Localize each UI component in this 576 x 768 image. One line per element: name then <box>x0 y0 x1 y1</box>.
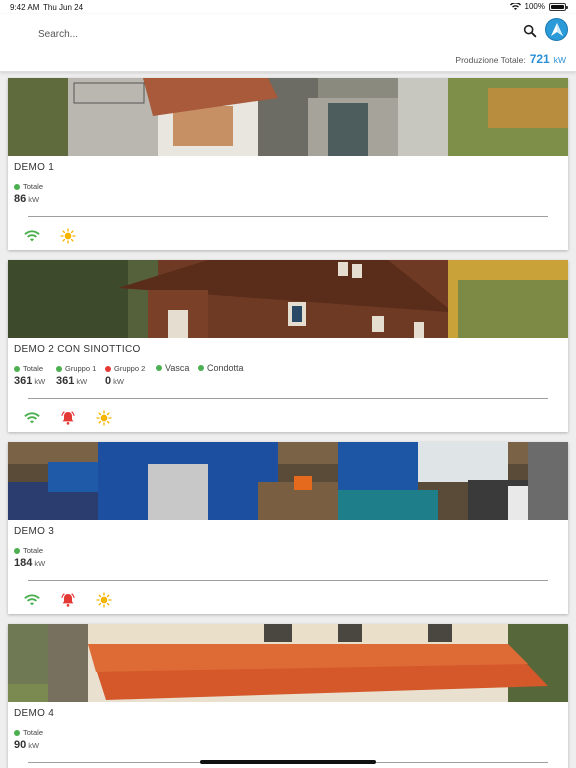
plant-card-demo-3[interactable]: DEMO 3 Totale 184 kW <box>8 442 568 614</box>
app-header: Produzione Totale: 721 kW <box>0 14 576 72</box>
status-dot-green <box>198 365 204 371</box>
plant-title: DEMO 1 <box>14 162 55 173</box>
metric-value: 361 <box>14 375 33 387</box>
metric-label: Totale <box>23 182 44 191</box>
wifi-icon[interactable] <box>24 410 40 426</box>
status-dot-green <box>56 365 62 372</box>
plant-card-demo-2[interactable]: DEMO 2 CON SINOTTICO Totale 361 kW Gruppo… <box>8 260 568 432</box>
metric-totale: Totale 86 kW <box>14 182 43 205</box>
metric-gruppo-2: Gruppo 2 0 kW <box>105 364 145 387</box>
metric-unit: kW <box>76 377 88 386</box>
status-dot-green <box>14 365 20 372</box>
plant-title: DEMO 2 CON SINOTTICO <box>14 344 141 355</box>
plant-photo <box>8 442 568 520</box>
total-production-label: Produzione Totale: <box>455 55 526 65</box>
status-right: 100% <box>509 2 568 11</box>
status-bar: 9:42 AM Thu Jun 24 100% <box>0 0 576 14</box>
plant-photo <box>8 260 568 338</box>
metric-totale: Totale 184 kW <box>14 546 45 569</box>
app-logo[interactable] <box>545 18 568 41</box>
status-dot-green <box>156 365 162 371</box>
metric-unit: kW <box>34 559 46 568</box>
wifi-icon[interactable] <box>24 228 40 244</box>
status-time: 9:42 AM <box>10 3 40 12</box>
plant-card-demo-1[interactable]: DEMO 1 Totale 86 kW <box>8 78 568 250</box>
flag-label: Vasca <box>165 363 190 373</box>
metric-totale: Totale 90 kW <box>14 728 43 751</box>
metric-label: Totale <box>23 546 44 555</box>
metric-label: Totale <box>23 728 44 737</box>
metric-label: Gruppo 1 <box>65 364 97 373</box>
plant-photo <box>8 624 568 702</box>
flag-label: Condotta <box>207 363 244 373</box>
plant-photo <box>8 78 568 156</box>
metric-value: 90 <box>14 739 27 751</box>
alarm-bell-icon[interactable] <box>60 410 76 426</box>
wifi-icon[interactable] <box>24 592 40 608</box>
metric-value: 184 <box>14 557 33 569</box>
metric-unit: kW <box>113 377 124 386</box>
sun-icon[interactable] <box>60 228 76 244</box>
wifi-status-icon <box>509 2 521 10</box>
flag-condotta: Condotta <box>198 363 244 373</box>
total-production-unit: kW <box>553 55 566 65</box>
plant-title: DEMO 3 <box>14 526 55 537</box>
battery-percent: 100% <box>524 2 545 11</box>
plant-card-demo-4[interactable]: DEMO 4 Totale 90 kW <box>8 624 568 768</box>
metric-unit: kW <box>28 195 40 204</box>
sun-icon[interactable] <box>96 592 112 608</box>
divider <box>28 216 548 217</box>
total-production: Produzione Totale: 721 kW <box>455 52 566 66</box>
battery-icon <box>549 2 568 11</box>
metric-value: 0 <box>105 375 112 387</box>
search-input[interactable] <box>38 24 338 44</box>
sun-icon[interactable] <box>96 410 112 426</box>
total-production-value: 721 <box>529 52 550 66</box>
status-dot-green <box>14 547 20 554</box>
metric-label: Totale <box>23 364 44 373</box>
metric-unit: kW <box>34 377 46 386</box>
metric-totale: Totale 361 kW <box>14 364 45 387</box>
metric-value: 86 <box>14 193 27 205</box>
metric-value: 361 <box>56 375 75 387</box>
metric-unit: kW <box>28 741 40 750</box>
status-dot-green <box>14 183 20 190</box>
divider <box>28 580 548 581</box>
plant-title: DEMO 4 <box>14 708 55 719</box>
status-dot-green <box>14 729 20 736</box>
divider <box>28 398 548 399</box>
metric-gruppo-1: Gruppo 1 361 kW <box>56 364 96 387</box>
metric-label: Gruppo 2 <box>114 364 146 373</box>
alarm-bell-icon[interactable] <box>60 592 76 608</box>
status-date: Thu Jun 24 <box>43 3 84 12</box>
home-indicator[interactable] <box>200 760 376 764</box>
status-dot-red <box>105 365 111 372</box>
search-icon[interactable] <box>522 23 538 39</box>
flag-vasca: Vasca <box>156 363 189 373</box>
